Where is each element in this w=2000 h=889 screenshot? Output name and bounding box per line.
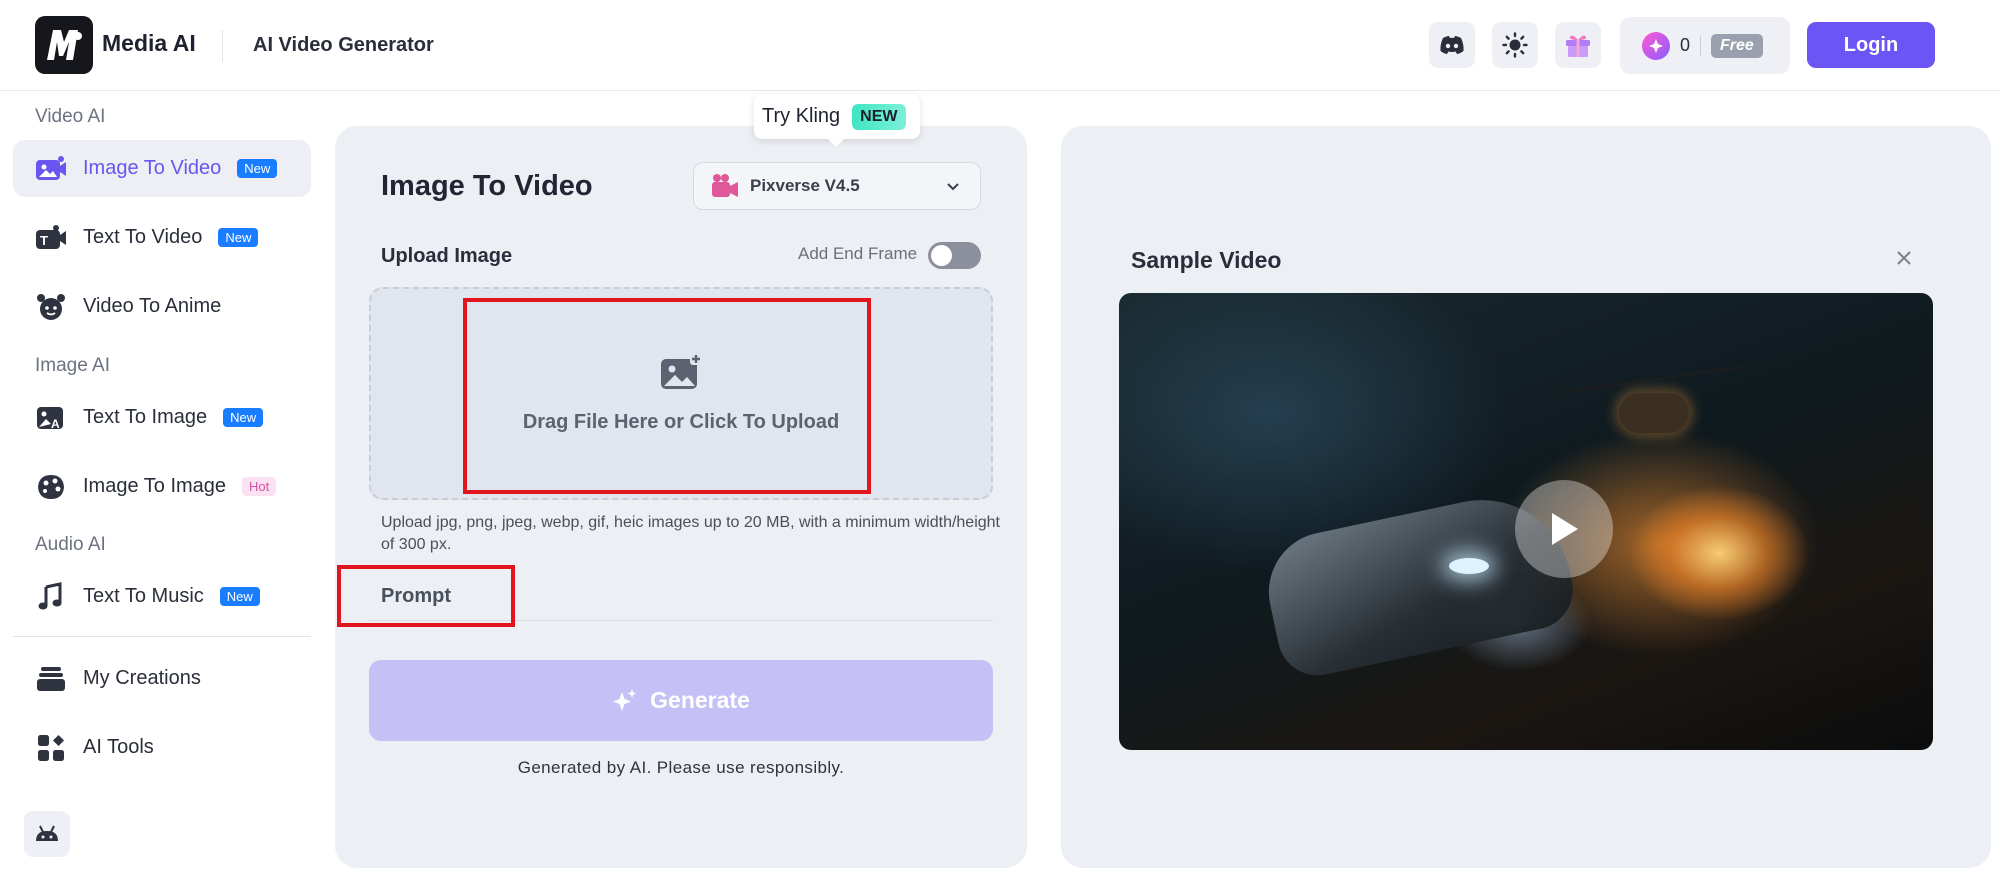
add-end-frame-label: Add End Frame: [798, 244, 918, 263]
new-badge: New: [219, 587, 260, 606]
add-image-icon: [661, 353, 702, 389]
theme-toggle-button[interactable]: [1492, 22, 1538, 68]
sidebar-item-label: AI Tools: [83, 736, 154, 758]
discord-button[interactable]: [1429, 22, 1475, 68]
sidebar-item-ai-tools[interactable]: AI Tools: [13, 719, 311, 776]
sidebar-item-label: Image To Image: [83, 475, 227, 497]
video-frame-rotor: [1559, 364, 1749, 395]
sidebar-item-image-to-image[interactable]: Image To Image Hot: [13, 458, 311, 515]
svg-text:T: T: [40, 233, 48, 248]
credits-display[interactable]: 0 Free: [1620, 17, 1790, 74]
model-select-value: Pixverse V4.5: [750, 176, 860, 195]
sidebar-item-image-to-video[interactable]: Image To Video New: [13, 140, 311, 197]
play-button[interactable]: [1515, 480, 1613, 578]
music-icon: [35, 581, 67, 613]
new-badge: New: [218, 228, 259, 247]
svg-text:A: A: [51, 417, 60, 431]
sidebar-item-label: Video To Anime: [83, 295, 222, 317]
hot-badge: Hot: [242, 477, 277, 496]
ai-disclaimer: Generated by AI. Please use responsibly.: [517, 758, 845, 777]
sidebar-divider: [13, 636, 311, 637]
image-upload-dropzone[interactable]: Drag File Here or Click To Upload: [369, 287, 993, 500]
upload-image-label: Upload Image: [381, 245, 513, 267]
new-badge: New: [237, 159, 278, 178]
gift-button[interactable]: [1555, 22, 1601, 68]
close-sample-button[interactable]: [1891, 245, 1917, 271]
prompt-label[interactable]: Prompt: [381, 585, 451, 608]
panel-title: Image To Video: [381, 170, 593, 202]
section-label-video-ai: Video AI: [35, 106, 106, 127]
sidebar-item-my-creations[interactable]: My Creations: [13, 650, 311, 707]
credits-count: 0: [1680, 35, 1691, 55]
sidebar-item-text-to-video[interactable]: T Text To Video New: [13, 209, 311, 266]
toggle-knob: [931, 245, 952, 266]
end-frame-toggle[interactable]: [928, 242, 981, 269]
play-icon: [1552, 513, 1578, 545]
sidebar-item-label: My Creations: [83, 667, 201, 689]
sidebar: Video AI Image To Video New T Text To Vi…: [0, 92, 320, 889]
android-icon: [36, 825, 58, 841]
top-header: Media AI AI Video Generator 0 Free Login: [0, 0, 2000, 91]
anime-icon: [35, 291, 67, 323]
sidebar-item-text-to-music[interactable]: Text To Music New: [13, 568, 311, 625]
tools-icon: [35, 732, 67, 764]
generate-button[interactable]: Generate: [369, 660, 993, 741]
login-button[interactable]: Login: [1807, 22, 1935, 68]
upload-hint-text: Upload jpg, png, jpeg, webp, gif, heic i…: [381, 514, 1000, 553]
sidebar-item-label: Text To Video: [83, 226, 203, 248]
chevron-down-icon: [947, 182, 959, 190]
close-icon: [1897, 251, 1911, 265]
brand-name: Media AI: [102, 30, 196, 56]
model-select[interactable]: Pixverse V4.5: [693, 162, 981, 210]
android-app-button[interactable]: [24, 811, 70, 857]
text-to-image-icon: A: [35, 402, 67, 434]
video-frame-helicopter: [1619, 393, 1689, 433]
plan-badge: Free: [1711, 33, 1763, 58]
prompt-divider: [369, 620, 993, 621]
generate-label: Generate: [650, 687, 750, 713]
dropzone-text: Drag File Here or Click To Upload: [522, 411, 840, 433]
header-divider: [222, 30, 223, 62]
sidebar-item-label: Text To Music: [83, 585, 204, 607]
page-title: AI Video Generator: [253, 34, 434, 56]
sidebar-item-label: Image To Video: [83, 157, 222, 179]
section-label-image-ai: Image AI: [35, 355, 110, 376]
sidebar-item-video-to-anime[interactable]: Video To Anime: [13, 278, 311, 335]
text-to-video-icon: T: [35, 222, 67, 254]
media-ai-logo[interactable]: [35, 16, 93, 74]
video-frame-headlight: [1449, 558, 1489, 574]
discord-icon: [1440, 36, 1464, 54]
image-to-image-icon: [35, 471, 67, 503]
new-badge: New: [223, 408, 264, 427]
section-label-audio-ai: Audio AI: [35, 534, 106, 555]
credits-separator: [1700, 35, 1702, 56]
try-kling-tooltip[interactable]: Try Kling NEW: [754, 94, 920, 147]
image-to-video-icon: [35, 153, 67, 185]
creations-icon: [35, 663, 67, 695]
new-pill-badge: NEW: [852, 103, 906, 130]
sidebar-item-label: Text To Image: [83, 406, 208, 428]
credit-gem-icon: [1642, 31, 1670, 60]
video-camera-icon: [712, 174, 738, 197]
sample-video-title: Sample Video: [1131, 247, 1282, 273]
sidebar-item-text-to-image[interactable]: A Text To Image New: [13, 389, 311, 446]
sun-icon: [1502, 32, 1528, 58]
try-kling-text: Try Kling: [762, 105, 841, 127]
gift-icon: [1566, 35, 1590, 57]
sparkle-icon: [613, 688, 637, 711]
